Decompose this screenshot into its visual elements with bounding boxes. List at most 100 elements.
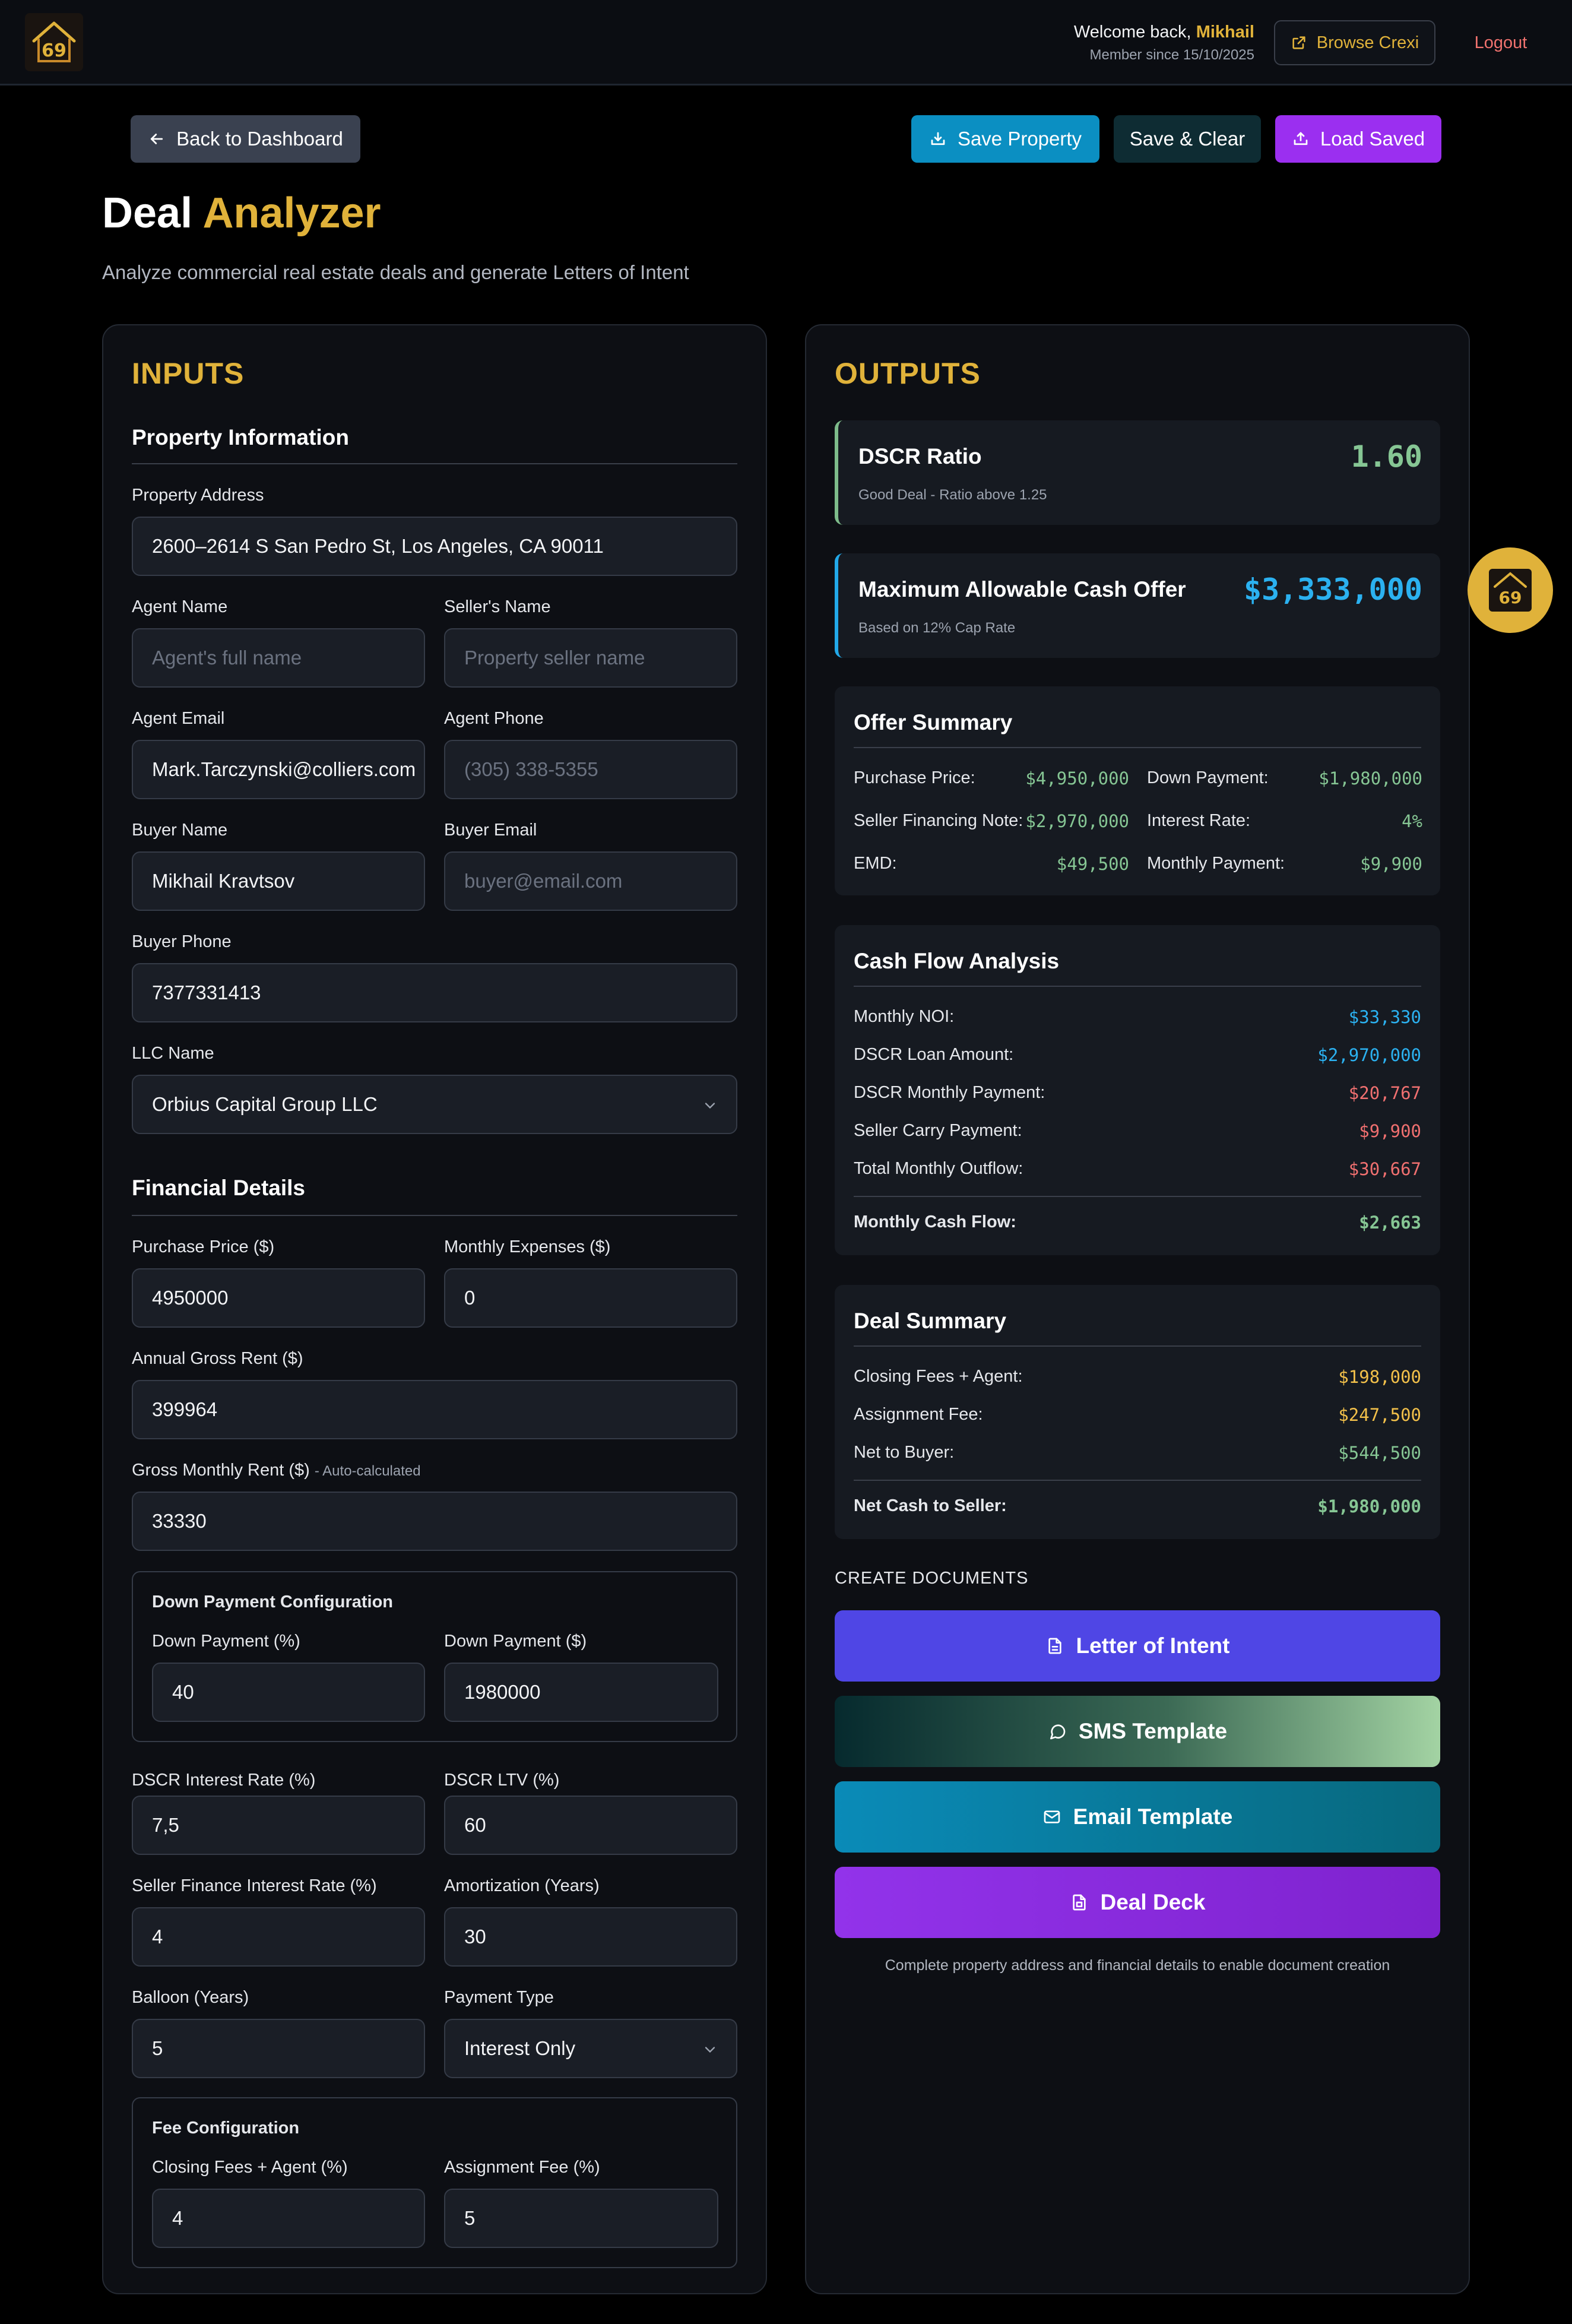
down-payment-config-title: Down Payment Configuration xyxy=(152,1592,393,1611)
llc-name-label: LLC Name xyxy=(132,1044,214,1063)
upload-icon xyxy=(1294,132,1308,145)
sms-template-label: SMS Template xyxy=(1078,1719,1228,1743)
assistant-icon[interactable]: 69 xyxy=(1468,547,1553,633)
payment-type-select[interactable]: Interest Only xyxy=(444,2019,737,2078)
save-clear-button[interactable]: Save & Clear xyxy=(1114,115,1261,163)
deal-deck-button[interactable]: Deal Deck xyxy=(835,1867,1440,1938)
dscr-rate-input[interactable]: 7,5 xyxy=(132,1796,425,1855)
deal-row-label: Assignment Fee: xyxy=(854,1405,983,1424)
external-link-icon xyxy=(1292,36,1305,49)
email-template-button[interactable]: Email Template xyxy=(835,1781,1440,1853)
page-title-accent: Analyzer xyxy=(202,189,381,237)
llc-name-select[interactable]: Orbius Capital Group LLC xyxy=(132,1075,737,1134)
welcome-block: Welcome back, Mikhail Member since 15/10… xyxy=(1074,23,1254,64)
page-title-main: Deal xyxy=(102,189,193,237)
deal-summary-title: Deal Summary xyxy=(854,1309,1007,1333)
load-saved-button[interactable]: Load Saved xyxy=(1275,115,1441,163)
gross-monthly-rent-label: Gross Monthly Rent ($) - Auto-calculated xyxy=(132,1461,421,1480)
assignment-fee-label: Assignment Fee (%) xyxy=(444,2158,600,2177)
offer-row-value: $9,900 xyxy=(1360,854,1422,874)
closing-fees-input[interactable]: 4 xyxy=(152,2189,425,2248)
dscr-ratio-note: Good Deal - Ratio above 1.25 xyxy=(858,487,1047,503)
seller-name-input[interactable]: Property seller name xyxy=(444,628,737,688)
agent-phone-input[interactable]: (305) 338-5355 xyxy=(444,740,737,799)
agent-phone-label: Agent Phone xyxy=(444,709,544,728)
buyer-email-input[interactable]: buyer@email.com xyxy=(444,851,737,911)
annual-gross-rent-input[interactable]: 399964 xyxy=(132,1380,737,1439)
cash-flow-value: $20,767 xyxy=(1348,1083,1421,1103)
assignment-fee-input[interactable]: 5 xyxy=(444,2189,718,2248)
cash-flow-value: $30,667 xyxy=(1348,1159,1421,1179)
offer-row-purchase-price: Purchase Price: $4,950,000 xyxy=(854,768,1129,789)
letter-of-intent-button[interactable]: Letter of Intent xyxy=(835,1610,1440,1682)
save-property-button[interactable]: Save Property xyxy=(911,115,1099,163)
browse-crexi-label: Browse Crexi xyxy=(1316,33,1419,52)
back-to-dashboard-button[interactable]: Back to Dashboard xyxy=(131,115,360,163)
offer-summary-card: Offer Summary Purchase Price: $4,950,000 … xyxy=(835,686,1440,895)
sms-template-button[interactable]: SMS Template xyxy=(835,1696,1440,1767)
agent-email-input[interactable]: Mark.Tarczynski@colliers.com xyxy=(132,740,425,799)
down-payment-pct-input[interactable]: 40 xyxy=(152,1663,425,1722)
deal-row-net-seller: Net Cash to Seller: $1,980,000 xyxy=(854,1496,1421,1516)
buyer-phone-input[interactable]: 7377331413 xyxy=(132,963,737,1022)
cash-flow-label: Seller Carry Payment: xyxy=(854,1121,1022,1140)
seller-rate-label: Seller Finance Interest Rate (%) xyxy=(132,1876,377,1895)
agent-name-input[interactable]: Agent's full name xyxy=(132,628,425,688)
down-payment-amt-label: Down Payment ($) xyxy=(444,1632,587,1651)
cash-flow-card: Cash Flow Analysis Monthly NOI: $33,330 D… xyxy=(835,925,1440,1255)
user-name[interactable]: Mikhail xyxy=(1196,23,1254,42)
back-label: Back to Dashboard xyxy=(176,128,343,150)
financial-section-title: Financial Details xyxy=(132,1176,305,1200)
cash-flow-label: DSCR Loan Amount: xyxy=(854,1045,1014,1064)
svg-text:69: 69 xyxy=(42,40,66,61)
amortization-label: Amortization (Years) xyxy=(444,1876,600,1895)
cash-flow-row-loan-amount: DSCR Loan Amount: $2,970,000 xyxy=(854,1045,1421,1065)
property-address-input[interactable]: 2600–2614 S San Pedro St, Los Angeles, C… xyxy=(132,517,737,576)
chevron-down-icon xyxy=(705,1103,715,1109)
offer-row-value: 4% xyxy=(1402,811,1422,831)
divider xyxy=(854,986,1421,987)
monthly-expenses-input[interactable]: 0 xyxy=(444,1268,737,1328)
max-offer-value: $3,333,000 xyxy=(1243,572,1422,607)
balloon-input[interactable]: 5 xyxy=(132,2019,425,2078)
cash-flow-value: $2,970,000 xyxy=(1317,1045,1421,1065)
dscr-ratio-card: DSCR Ratio Good Deal - Ratio above 1.25 … xyxy=(835,420,1440,525)
logout-button[interactable]: Logout xyxy=(1465,20,1536,65)
browse-crexi-button[interactable]: Browse Crexi xyxy=(1274,20,1435,65)
create-documents-label: CREATE DOCUMENTS xyxy=(835,1569,1029,1588)
amortization-input[interactable]: 30 xyxy=(444,1907,737,1967)
down-payment-amt-input[interactable]: 1980000 xyxy=(444,1663,718,1722)
offer-row-value: $2,970,000 xyxy=(1025,811,1129,831)
gross-monthly-rent-input[interactable]: 33330 xyxy=(132,1492,737,1551)
deal-row-label: Net to Buyer: xyxy=(854,1443,955,1462)
cash-flow-value: $9,900 xyxy=(1359,1121,1421,1141)
cash-flow-row-noi: Monthly NOI: $33,330 xyxy=(854,1007,1421,1027)
balloon-label: Balloon (Years) xyxy=(132,1988,249,2007)
offer-row-label: Purchase Price: xyxy=(854,768,975,787)
email-template-label: Email Template xyxy=(1073,1804,1233,1829)
deck-icon xyxy=(1072,1894,1086,1911)
inputs-panel: INPUTS Property Information Property Add… xyxy=(102,324,767,2294)
dscr-ltv-input[interactable]: 60 xyxy=(444,1796,737,1855)
chat-icon xyxy=(1050,1724,1066,1740)
buyer-name-input[interactable]: Mikhail Kravtsov xyxy=(132,851,425,911)
cash-flow-title: Cash Flow Analysis xyxy=(854,949,1060,973)
payment-type-label: Payment Type xyxy=(444,1988,554,2007)
agent-name-label: Agent Name xyxy=(132,597,228,616)
purchase-price-input[interactable]: 4950000 xyxy=(132,1268,425,1328)
house-logo-icon[interactable]: 69 xyxy=(25,13,83,71)
offer-row-interest-rate: Interest Rate: 4% xyxy=(1147,811,1422,831)
deal-row-closing: Closing Fees + Agent: $198,000 xyxy=(854,1367,1421,1387)
cash-flow-value: $33,330 xyxy=(1348,1007,1421,1027)
cash-flow-label: DSCR Monthly Payment: xyxy=(854,1083,1045,1102)
closing-fees-label: Closing Fees + Agent (%) xyxy=(152,2158,348,2177)
offer-row-emd: EMD: $49,500 xyxy=(854,854,1129,874)
annual-gross-rent-label: Annual Gross Rent ($) xyxy=(132,1349,303,1368)
load-saved-label: Load Saved xyxy=(1320,128,1425,150)
offer-row-value: $49,500 xyxy=(1056,854,1129,874)
outputs-heading: OUTPUTS xyxy=(835,357,981,390)
buyer-phone-label: Buyer Phone xyxy=(132,932,232,951)
chevron-down-icon xyxy=(705,2047,715,2053)
seller-rate-input[interactable]: 4 xyxy=(132,1907,425,1967)
deal-deck-label: Deal Deck xyxy=(1100,1890,1206,1914)
